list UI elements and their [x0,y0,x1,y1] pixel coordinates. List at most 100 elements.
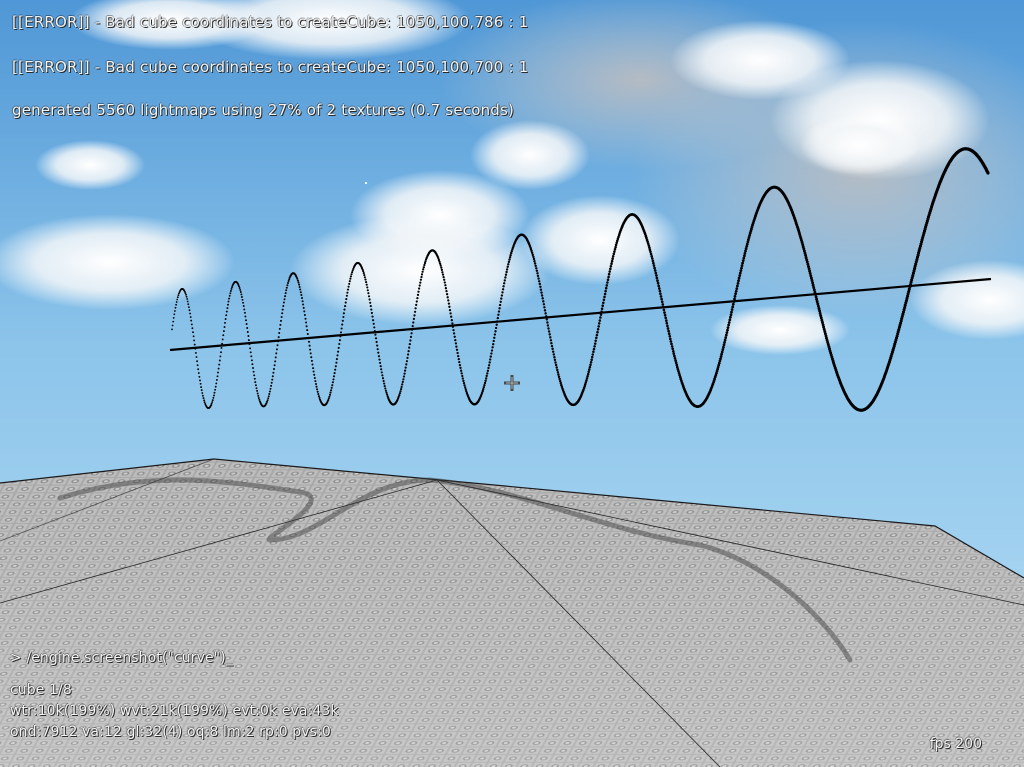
curve-dot [376,344,379,347]
curve-dot [331,384,334,387]
curve-dot [309,348,312,351]
curve-dot [554,361,557,364]
curve-dot [541,297,544,300]
curve-dot [307,336,310,339]
curve-dot [729,315,732,319]
curve-dot [592,347,596,351]
curve-dot [723,338,727,342]
curve-dot [187,303,190,306]
curve-dot [373,326,376,329]
curve-dot [370,308,373,311]
curve-dot [366,289,369,292]
curve-dot [335,361,338,364]
curve-dot [416,296,419,300]
curve-dot [445,289,448,293]
curve-dot [383,385,386,388]
curve-dot [185,293,187,296]
curve-dot [201,394,204,397]
curve-dot [419,278,423,281]
curve-dot [413,310,417,313]
curve-dot [726,328,729,332]
curve-dot [448,305,451,308]
curve-dot [277,336,280,339]
curve-dot [402,378,405,381]
curve-dot [729,313,733,317]
curve-dot [446,296,449,299]
curve-dot [375,340,378,344]
curve-dot [404,366,407,369]
curve-dot [245,319,247,322]
curve-dot [245,323,248,325]
curve-dot [594,339,597,343]
curve-dot [314,382,318,386]
curve-dot [173,313,176,316]
curve-dot [400,388,403,391]
curve-dot [482,388,485,391]
curve-dot [271,375,274,378]
stats-render-line: wtr:10k(199%) wvt:21k(199%) evt:0k eva:4… [10,703,339,719]
curve-dot [666,327,670,330]
curve-dot [740,266,743,270]
curve-dot [602,298,606,302]
curve-dot [652,261,655,265]
curve-dot [332,375,336,378]
curve-dot [366,286,369,289]
curve-dot [284,295,287,298]
curve-dot [272,371,275,374]
curve-dot [595,333,599,337]
curve-dot [671,349,675,353]
curve-dot [440,266,443,269]
curve-dot [503,282,506,285]
curve-dot [500,294,504,297]
curve-dot [238,287,241,289]
curve-dot [736,282,740,285]
curve-dot [405,363,408,366]
curve-dot [192,331,194,334]
curve-dot [313,376,316,380]
curve-dot [190,323,193,326]
curve-dot [384,387,387,390]
curve-dot [200,389,203,392]
curve-dot [337,350,340,353]
curve-dot [343,308,346,311]
curve-dot [737,276,741,280]
curve-dot [222,334,225,337]
curve-dot [450,318,453,322]
curve-dot [610,259,614,263]
curve-dot [306,329,309,332]
curve-dot [217,367,220,370]
curve-dot [351,271,354,274]
curve-dot [407,353,410,356]
curve-dot [420,275,423,279]
curve-dot [256,389,259,392]
curve-dot [443,278,446,281]
curve-dot [335,358,338,361]
command-input-line[interactable]: > /engine.screenshot("curve")_ [10,650,233,666]
curve-dot [257,394,260,397]
curve-dot [381,374,384,377]
curve-dot [649,250,652,254]
curve-dot [552,353,556,356]
curve-dot [601,304,604,307]
curve-dot [365,281,368,284]
curve-dot [201,392,204,394]
curve-dot [412,317,416,321]
curve-dot [221,342,224,345]
curve-dot [610,262,613,265]
curve-dot [280,316,283,318]
curve-dot [203,401,206,404]
curve-dot [672,352,676,355]
curve-dot [666,324,669,328]
curve-dot [721,348,725,351]
curve-dot [349,277,352,280]
curve-dot [304,317,307,320]
curve-dot [728,318,732,322]
curve-dot [283,298,286,301]
curve-dot [485,374,488,378]
curve-dot [654,271,658,275]
curve-dot [600,307,604,310]
curve-dot [553,358,557,362]
curve-dot [722,343,726,347]
curve-dot [368,298,371,301]
curve-dot [410,332,413,335]
